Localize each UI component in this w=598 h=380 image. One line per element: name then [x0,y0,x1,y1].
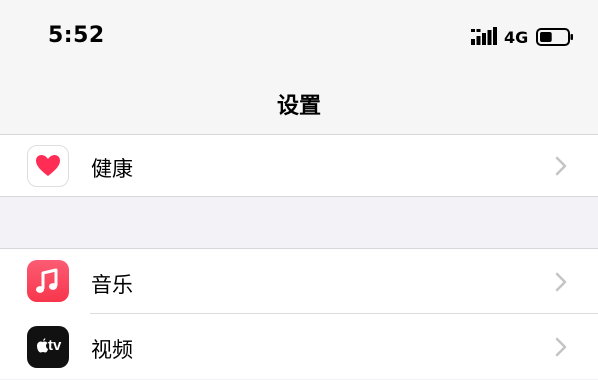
settings-row-health[interactable]: 健康 [0,135,598,197]
chevron-right-icon [555,272,567,292]
settings-row-tv[interactable]: tv 视频 [0,314,598,380]
chevron-right-icon [555,337,567,357]
settings-row-label: 音乐 [91,273,133,297]
settings-row-music[interactable]: 音乐 [0,249,598,314]
cellular-signal-icon [471,27,497,45]
music-note-icon [27,260,69,302]
health-heart-icon [27,145,69,187]
settings-row-label: 视频 [91,338,133,362]
apple-tv-icon: tv [27,326,69,368]
settings-group-media: 音乐 tv 视频 [0,248,598,379]
navigation-bar: 设置 [0,72,598,135]
chevron-right-icon [555,156,567,176]
status-bar: 5:52 4G [0,0,598,72]
network-type: 4G [504,28,529,47]
page-title: 设置 [276,94,321,119]
settings-row-label: 健康 [91,157,133,181]
settings-group-health: 健康 [0,135,598,197]
status-time: 5:52 [48,23,105,48]
apple-tv-icon-label: tv [48,337,62,354]
battery-icon [536,28,573,46]
